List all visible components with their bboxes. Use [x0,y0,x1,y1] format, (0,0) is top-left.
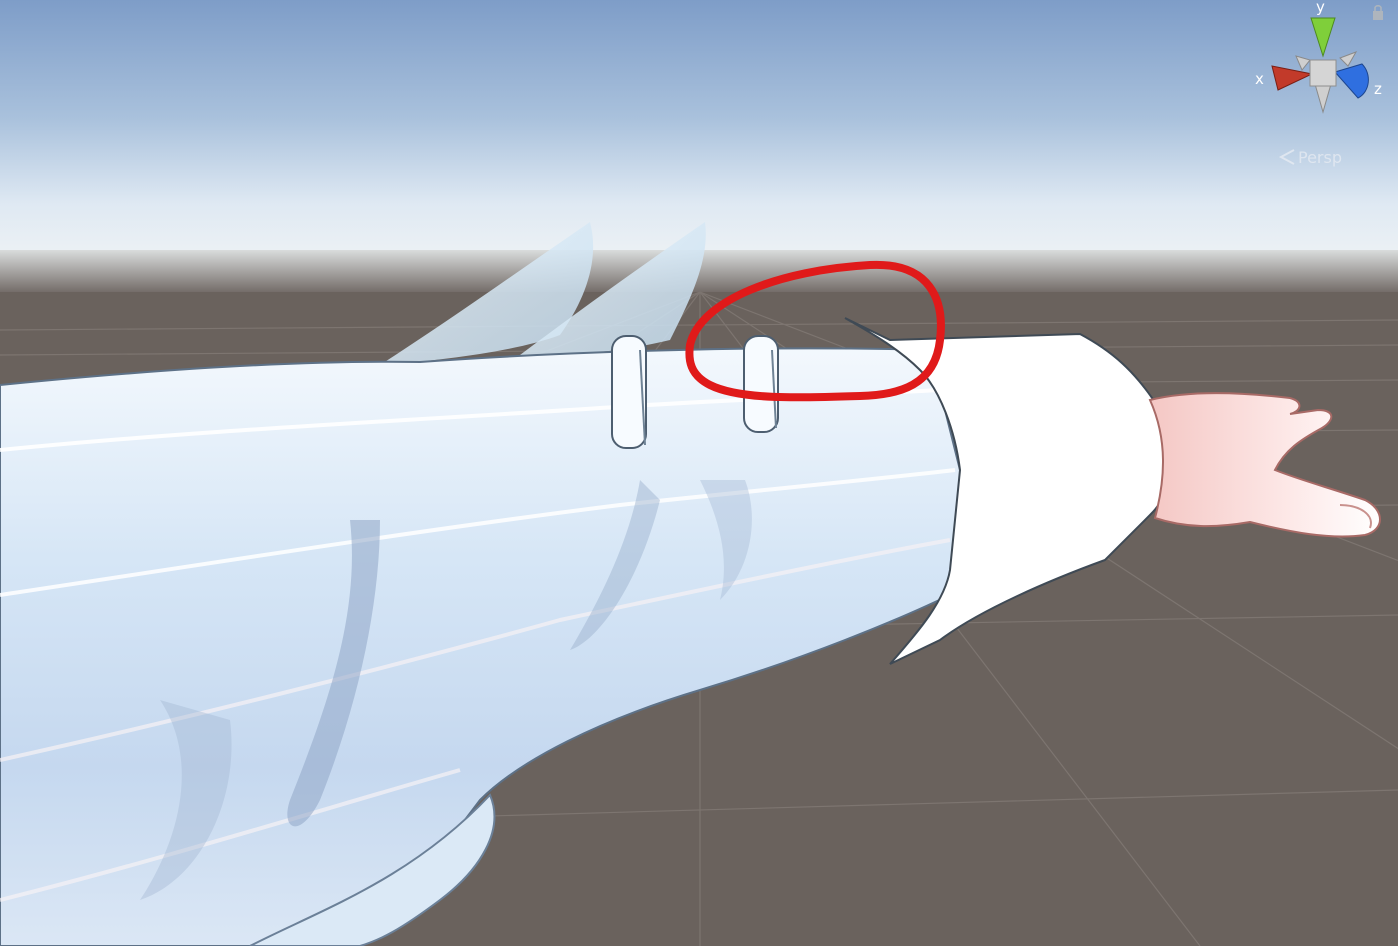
projection-label: Persp [1298,148,1342,167]
sleeve-clasp-right [743,335,779,433]
gizmo-x-label: x [1255,70,1264,88]
gizmo-center-cube-icon[interactable] [1309,59,1337,87]
sky [0,0,1398,262]
gizmo-z-label: z [1374,80,1382,98]
scene-viewport[interactable]: x y z Persp [0,0,1398,946]
gizmo-y-label: y [1316,0,1325,16]
sleeve-clasp-left [611,335,647,449]
